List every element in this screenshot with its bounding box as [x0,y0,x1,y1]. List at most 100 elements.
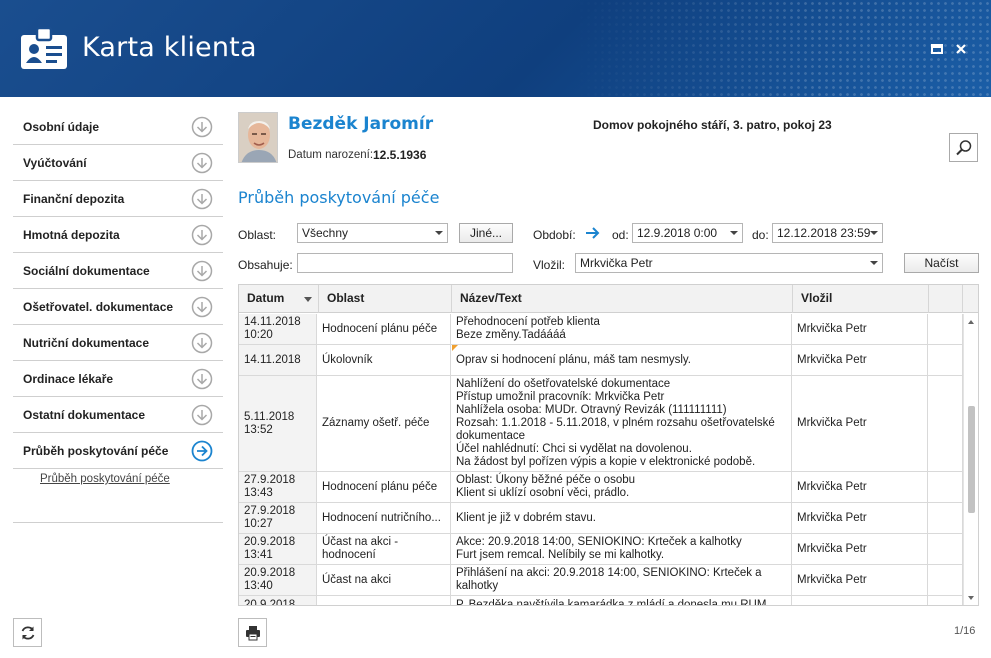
sidebar-item-label: Nutriční dokumentace [23,335,150,350]
scroll-thumb[interactable] [968,406,975,513]
vlozil-label: Vložil: [533,258,566,272]
cell-area [317,596,451,605]
sidebar-subitem-link[interactable]: Průběh poskytování péče [40,473,170,485]
col-vlozil[interactable]: Vložil [793,285,929,313]
cell-text: Oprav si hodnocení plánu, máš tam nesmys… [451,345,792,375]
cell-area: Záznamy ošetř. péče [317,376,451,471]
od-value: 12.9.2018 0:00 [637,226,718,240]
od-label: od: [612,228,629,242]
sidebar-item[interactable]: Finanční depozita [13,181,223,217]
cell-date: 20.9.2018 [239,596,317,605]
oblast-label: Oblast: [238,228,277,242]
page-indicator: 1/16 [954,625,976,637]
arrow-down-circle-icon [191,332,213,354]
cell-area: Hodnocení nutričního... [317,503,451,533]
sort-desc-icon [304,297,312,302]
table-row[interactable]: 20.9.2018 P. Bezděka navštívila kamarádka… [239,596,963,605]
cell-author: Mrkvička Petr [792,472,928,502]
cell-extra [928,472,963,502]
cell-extra [928,596,963,605]
sidebar-item-label: Hmotná depozita [23,227,120,242]
sidebar-item-label: Vyúčtování [23,155,87,170]
cell-extra [928,314,963,344]
sidebar-item[interactable]: Vyúčtování [13,145,223,181]
col-text[interactable]: Název/Text [452,285,793,313]
cell-text: Klient je již v dobrém stavu. [451,503,792,533]
arrow-down-circle-icon [191,188,213,210]
od-date-select[interactable]: 12.9.2018 0:00 [632,223,743,243]
sidebar-subitem: Průběh poskytování péče [13,469,223,523]
table-row[interactable]: 20.9.2018 13:41 Účast na akci - hodnocení A… [239,534,963,565]
client-name: Bezděk Jaromír [288,114,434,134]
refresh-button[interactable] [13,618,42,647]
cell-date-line: 13:41 [244,549,273,561]
arrow-down-circle-icon [191,296,213,318]
facility-info: Domov pokojného stáří, 3. patro, pokoj 2… [593,118,832,132]
cell-author: Mrkvička Petr [792,345,928,375]
dob-value: 12.5.1936 [373,148,427,162]
sidebar-item-label: Ostatní dokumentace [23,407,146,422]
print-button[interactable] [238,618,267,647]
cell-text: P. Bezděka navštívila kamarádka z mládí … [451,596,792,605]
table-row[interactable]: 14.11.2018 Úkolovník Oprav si hodnocení pl… [239,345,963,376]
arrow-right-circle-icon [191,440,213,462]
col-extra [929,285,963,313]
sidebar-item[interactable]: Ordinace lékaře [13,361,223,397]
cell-extra [928,376,963,471]
cell-extra [928,503,963,533]
cell-area: Účast na akci - hodnocení [317,534,451,564]
arrow-down-circle-icon [191,152,213,174]
maximize-icon[interactable] [930,42,944,56]
vlozil-value: Mrkvička Petr [580,256,653,270]
cell-text-line: Oblast: Úkony běžné péče o osobu [456,474,636,486]
cell-date-line: 27.9.2018 [244,474,296,486]
oblast-select[interactable]: Všechny [297,223,448,243]
sidebar-item[interactable]: Nutriční dokumentace [13,325,223,361]
sidebar-item-label: Ordinace lékaře [23,371,114,386]
table-row[interactable]: 14.11.2018 10:20 Hodnocení plánu péče Přeho… [239,314,963,345]
arrow-right-icon[interactable] [585,226,601,240]
vertical-scrollbar[interactable] [963,314,978,605]
do-date-select[interactable]: 12.12.2018 23:59 [772,223,883,243]
cell-date: 20.9.2018 13:41 [239,534,317,564]
search-icon [955,139,971,155]
cell-date-line: 14.11.2018 [244,353,301,366]
do-label: do: [752,228,769,242]
sidebar-item[interactable]: Průběh poskytování péče [13,433,223,469]
cell-extra [928,565,963,595]
close-icon[interactable] [954,42,968,56]
cell-text-line: Beze změny.Tadáááá [456,329,566,341]
search-button[interactable] [949,133,978,162]
sidebar-item[interactable]: Ostatní dokumentace [13,397,223,433]
cell-date-line: 10:27 [244,518,273,530]
cell-text-line: Přístup umožnil pracovník: Mrkvička Petr [456,391,665,403]
vlozil-select[interactable]: Mrkvička Petr [575,253,883,273]
table-row[interactable]: 27.9.2018 10:27 Hodnocení nutričního... Kli… [239,503,963,534]
nacist-button[interactable]: Načíst [904,253,979,273]
cell-date-line: 13:40 [244,580,273,592]
cell-text-line: Přehodnocení potřeb klienta [456,316,600,328]
col-oblast[interactable]: Oblast [319,285,452,313]
col-datum[interactable]: Datum [239,285,319,313]
cell-author [792,596,928,605]
col-datum-label: Datum [247,291,285,305]
refresh-icon [21,625,34,640]
table-row[interactable]: 5.11.2018 13:52 Záznamy ošetř. péče Nahlíže… [239,376,963,472]
cell-date-line: 27.9.2018 [244,505,296,517]
jine-button[interactable]: Jiné... [459,223,513,243]
sidebar-item[interactable]: Ošetřovatel. dokumentace [13,289,223,325]
scroll-down-icon[interactable] [968,596,974,600]
cell-area: Hodnocení plánu péče [317,472,451,502]
scroll-up-icon[interactable] [968,320,974,324]
sidebar-item[interactable]: Hmotná depozita [13,217,223,253]
sidebar-item[interactable]: Sociální dokumentace [13,253,223,289]
arrow-down-circle-icon [191,116,213,138]
cell-date-line: 20.9.2018 [244,536,296,548]
cell-author: Mrkvička Petr [792,314,928,344]
obsahuje-input[interactable] [297,253,513,273]
cell-date: 27.9.2018 13:43 [239,472,317,502]
table-row[interactable]: 20.9.2018 13:40 Účast na akci Přihlášení na… [239,565,963,596]
sidebar-item[interactable]: Osobní údaje [13,109,223,145]
cell-text-line: Klient je již v dobrém stavu. [456,511,596,524]
table-row[interactable]: 27.9.2018 13:43 Hodnocení plánu péče Oblast… [239,472,963,503]
